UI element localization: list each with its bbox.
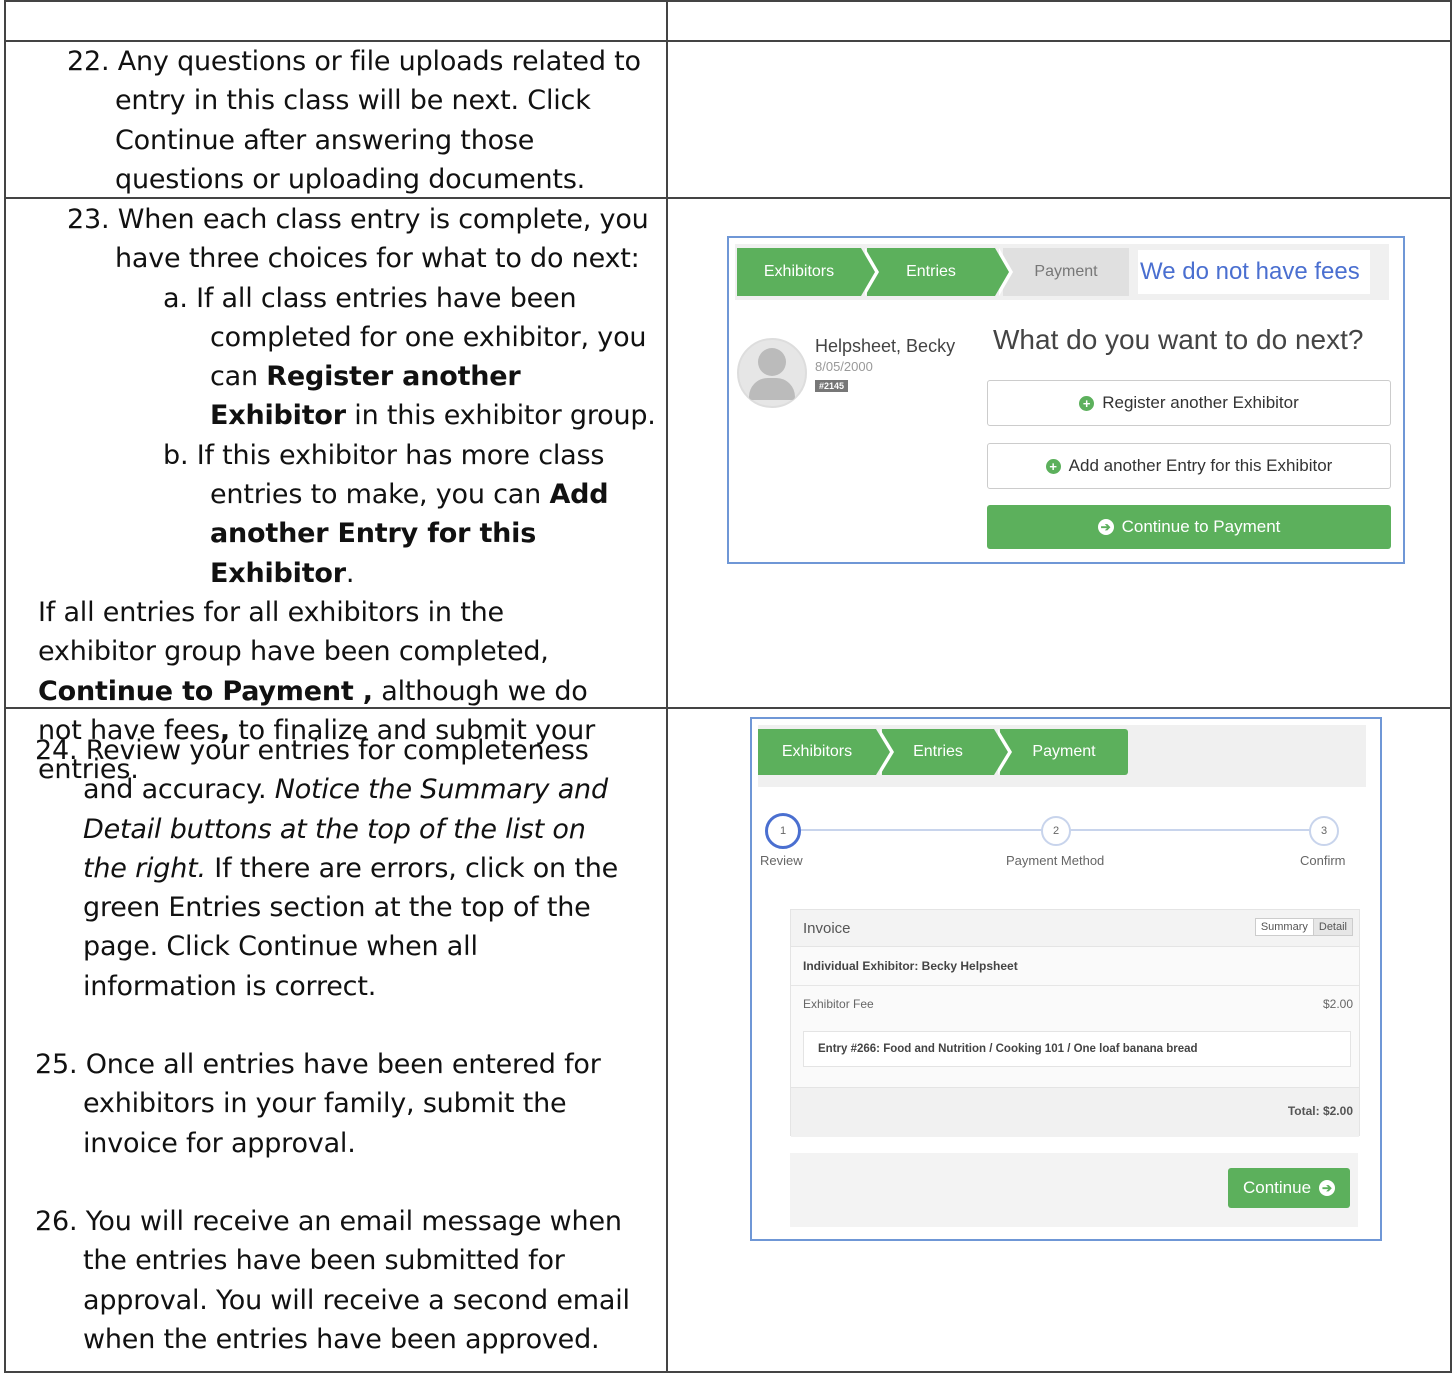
add-another-entry-button[interactable]: + Add another Entry for this Exhibitor	[987, 443, 1391, 489]
exhibitor-header: Individual Exhibitor: Becky Helpsheet	[803, 959, 1018, 973]
plus-circle-icon: +	[1045, 458, 1061, 474]
register-another-exhibitor-button[interactable]: + Register another Exhibitor	[987, 380, 1391, 426]
crumb-label: Exhibitors	[763, 263, 835, 280]
step-2-label: Payment Method	[1006, 853, 1105, 868]
continue-to-payment-button[interactable]: ➔ Continue to Payment	[987, 505, 1391, 549]
continue-button[interactable]: Continue ➔	[1228, 1168, 1350, 1208]
step-22-text: 22. Any questions or file uploads relate…	[67, 42, 647, 199]
continue-note-text: If all entries for all exhibitors in the…	[38, 596, 549, 668]
detail-button[interactable]: Detail	[1312, 919, 1352, 935]
option-a-suffix: in this exhibitor group.	[345, 400, 656, 432]
crumb-exhibitors[interactable]: Exhibitors	[737, 248, 879, 296]
entry-line-item: Entry #266: Food and Nutrition / Cooking…	[803, 1031, 1351, 1067]
step-23-intro: 23. When each class entry is complete, y…	[67, 204, 649, 275]
invoice-panel: Invoice Summary Detail Individual Exhibi…	[790, 909, 1360, 1137]
progress-breadcrumb: Exhibitors Entries Payment We do not hav…	[735, 244, 1389, 300]
crumb-entries[interactable]: Entries	[882, 729, 1012, 775]
crumb-entries[interactable]: Entries	[867, 248, 1013, 296]
fee-label: Exhibitor Fee	[803, 997, 874, 1011]
avatar-head	[758, 348, 786, 376]
crumb-label: Entries	[906, 263, 956, 280]
step-3-circle: 3	[1309, 816, 1339, 846]
step-24-paragraph: 24. Review your entries for completeness…	[35, 731, 635, 1006]
progress-breadcrumb: Exhibitors Entries Payment	[758, 725, 1366, 787]
continue-panel: Continue ➔	[790, 1153, 1358, 1227]
step-1-label: Review	[760, 853, 803, 868]
crumb-label: Payment	[1034, 263, 1098, 280]
crumb-label: Exhibitors	[781, 743, 853, 760]
next-action-screenshot: Exhibitors Entries Payment We do not hav…	[727, 236, 1405, 564]
option-b-text: b. If this exhibitor has more class entr…	[163, 439, 605, 511]
crumb-label: Payment	[1032, 743, 1096, 760]
crumb-payment[interactable]: Payment	[1003, 248, 1129, 296]
invoice-total: Total: $2.00	[1287, 1104, 1353, 1118]
crumb-arrow	[876, 729, 890, 775]
continue-payment-label: Continue to Payment	[1121, 517, 1281, 536]
continue-note-bold: Continue to Payment ,	[38, 675, 373, 707]
steps-24-26-text: 24. Review your entries for completeness…	[35, 731, 635, 1359]
invoice-body: Individual Exhibitor: Becky Helpsheet Ex…	[791, 946, 1359, 1137]
arrow-right-circle-icon: ➔	[1097, 519, 1114, 535]
step-23-option-b: b. If this exhibitor has more class entr…	[38, 436, 658, 593]
step-23-option-a: a. If all class entries have been comple…	[38, 279, 658, 436]
exhibitor-name: Helpsheet, Becky	[815, 336, 956, 356]
fee-value: $2.00	[1322, 997, 1353, 1011]
table-border-top	[4, 0, 1452, 2]
table-border-right	[1450, 0, 1452, 1373]
exhibitor-dob: 8/05/2000	[815, 359, 873, 374]
invoice-review-screenshot: Exhibitors Entries Payment 1 2 3 Review …	[750, 717, 1382, 1241]
row-divider	[791, 985, 1359, 986]
crumb-arrow	[995, 248, 1009, 296]
avatar-body	[749, 378, 795, 400]
step-26-paragraph: 26. You will receive an email message wh…	[35, 1205, 630, 1355]
register-button-label: Register another Exhibitor	[1102, 393, 1299, 412]
crumb-label: Entries	[913, 743, 963, 760]
next-heading: What do you want to do next?	[993, 324, 1364, 355]
table-column-divider	[666, 0, 668, 1373]
step-2-circle: 2	[1041, 816, 1071, 846]
no-fees-note: We do not have fees	[1138, 250, 1370, 294]
add-entry-button-label: Add another Entry for this Exhibitor	[1068, 456, 1333, 475]
continue-button-label: Continue	[1242, 1178, 1312, 1197]
crumb-arrow	[861, 248, 875, 296]
exhibitor-id-badge: #2145	[815, 380, 849, 392]
invoice-title: Invoice	[803, 920, 851, 937]
crumb-payment[interactable]: Payment	[1000, 729, 1128, 775]
plus-circle-icon: +	[1079, 395, 1095, 411]
crumb-exhibitors[interactable]: Exhibitors	[758, 729, 894, 775]
arrow-right-circle-icon: ➔	[1319, 1180, 1336, 1196]
summary-button[interactable]: Summary	[1255, 919, 1313, 935]
step-25-paragraph: 25. Once all entries have been entered f…	[35, 1049, 601, 1159]
view-toggle: Summary Detail	[1254, 918, 1353, 936]
table-border-left	[4, 0, 6, 1373]
entry-line-text: Entry #266: Food and Nutrition / Cooking…	[818, 1043, 1198, 1055]
crumb-arrow	[994, 729, 1008, 775]
option-b-suffix: .	[345, 557, 355, 589]
step-23-text: 23. When each class entry is complete, y…	[38, 200, 658, 789]
total-row: Total: $2.00	[791, 1087, 1359, 1137]
step-22-paragraph: 22. Any questions or file uploads relate…	[67, 46, 641, 195]
step-1-circle: 1	[765, 813, 801, 849]
avatar	[737, 338, 807, 408]
step-3-label: Confirm	[1300, 853, 1346, 868]
